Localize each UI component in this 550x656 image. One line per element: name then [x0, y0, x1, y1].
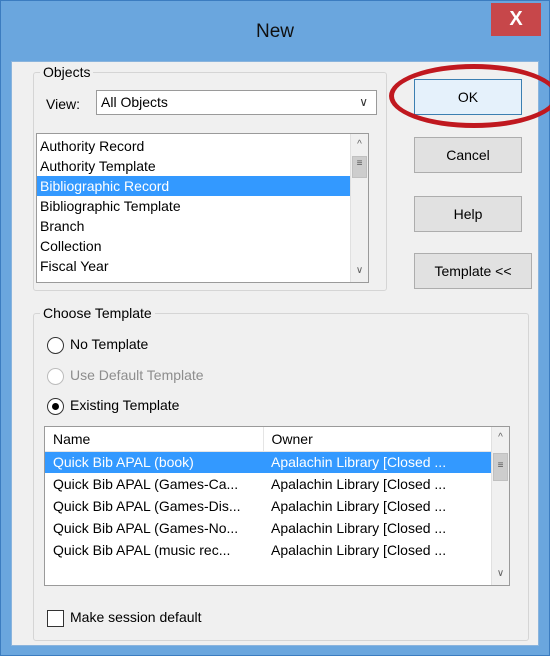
template-toggle-label: Template <<	[434, 263, 512, 279]
close-icon: X	[509, 8, 523, 30]
template-toggle-button[interactable]: Template <<	[414, 253, 532, 289]
cell-owner: Apalachin Library [Closed ...	[263, 451, 492, 473]
title-bar[interactable]: New X	[1, 1, 549, 61]
radio-no-template[interactable]: No Template	[47, 333, 148, 355]
radio-label: Existing Template	[70, 397, 180, 413]
radio-label: Use Default Template	[70, 367, 204, 383]
list-item[interactable]: Authority Template	[37, 156, 368, 176]
list-item[interactable]: Branch	[37, 216, 368, 236]
list-item-selected[interactable]: Bibliographic Record	[37, 176, 368, 196]
close-button[interactable]: X	[491, 3, 541, 36]
template-list-scrollbar[interactable]: ^ ≡ ∨	[491, 427, 509, 585]
cell-owner: Apalachin Library [Closed ...	[271, 520, 447, 536]
cell-owner: Apalachin Library [Closed ...	[271, 542, 447, 558]
choose-template-group-label: Choose Template	[40, 305, 155, 321]
radio-label: No Template	[70, 336, 149, 352]
cell-name: Quick Bib APAL (Games-Ca...	[53, 476, 239, 492]
cell-name: Quick Bib APAL (Games-No...	[53, 520, 239, 536]
radio-button-disabled	[47, 367, 64, 385]
table-row[interactable]: Quick Bib APAL (Games-Dis... Apalachin L…	[45, 495, 492, 517]
cell-name: Quick Bib APAL (music rec...	[53, 542, 231, 558]
objects-group: Objects View: All Objects ∨ Authority Re…	[33, 64, 387, 291]
view-label: View:	[46, 96, 80, 112]
chevron-up-icon[interactable]: ^	[351, 136, 368, 154]
template-list[interactable]: Name Owner Quick Bib APAL (book) Apalach…	[44, 426, 510, 586]
radio-button-selected[interactable]	[47, 397, 64, 415]
table-row[interactable]: Quick Bib APAL (Games-No... Apalachin Li…	[45, 517, 492, 539]
help-button-label: Help	[453, 206, 483, 222]
grip-icon: ≡	[356, 158, 363, 169]
radio-use-default-template: Use Default Template	[47, 364, 204, 386]
column-header-owner[interactable]: Owner	[262, 427, 492, 452]
new-dialog-window: New X Objects View: All Objects ∨ Author…	[0, 0, 550, 656]
dialog-client-area: Objects View: All Objects ∨ Authority Re…	[11, 61, 539, 646]
help-button[interactable]: Help	[414, 196, 522, 232]
view-select[interactable]: All Objects ∨	[96, 90, 377, 115]
list-item[interactable]: Fiscal Year	[37, 256, 368, 276]
table-row[interactable]: Quick Bib APAL (Games-Ca... Apalachin Li…	[45, 473, 492, 495]
list-item[interactable]: Collection	[37, 236, 368, 256]
chevron-down-icon[interactable]: ∨	[492, 565, 509, 583]
session-default-label: Make session default	[70, 609, 202, 625]
objects-group-label: Objects	[40, 64, 94, 80]
objects-list[interactable]: Authority Record Authority Template Bibl…	[36, 133, 369, 283]
scrollbar-thumb[interactable]: ≡	[493, 453, 508, 481]
window-title: New	[255, 21, 294, 42]
chevron-down-icon[interactable]: ∨	[359, 91, 368, 114]
cell-owner: Apalachin Library [Closed ...	[271, 498, 447, 514]
list-item[interactable]: Authority Record	[37, 136, 368, 156]
table-row[interactable]: Quick Bib APAL (music rec... Apalachin L…	[45, 539, 492, 561]
grip-icon: ≡	[497, 460, 504, 471]
session-default-checkbox[interactable]	[47, 609, 64, 627]
session-default-checkbox-row[interactable]: Make session default	[47, 606, 202, 628]
column-header-name[interactable]: Name	[45, 427, 263, 452]
objects-list-scrollbar[interactable]: ^ ≡ ∨	[350, 134, 368, 282]
chevron-down-icon[interactable]: ∨	[351, 262, 368, 280]
view-select-value: All Objects	[101, 94, 168, 110]
cancel-button[interactable]: Cancel	[414, 137, 522, 173]
cell-name: Quick Bib APAL (Games-Dis...	[53, 498, 241, 514]
choose-template-group: Choose Template No Template Use Default …	[33, 305, 529, 641]
table-row-selected[interactable]: Quick Bib APAL (book) Apalachin Library …	[45, 451, 492, 473]
cancel-button-label: Cancel	[446, 147, 490, 163]
cell-owner: Apalachin Library [Closed ...	[271, 476, 447, 492]
radio-button[interactable]	[47, 336, 64, 354]
scrollbar-thumb[interactable]: ≡	[352, 156, 367, 178]
chevron-up-icon[interactable]: ^	[492, 429, 509, 447]
list-item[interactable]: Bibliographic Template	[37, 196, 368, 216]
radio-existing-template[interactable]: Existing Template	[47, 394, 179, 416]
ok-annotation-circle	[389, 64, 550, 128]
cell-name: Quick Bib APAL (book)	[45, 451, 263, 473]
